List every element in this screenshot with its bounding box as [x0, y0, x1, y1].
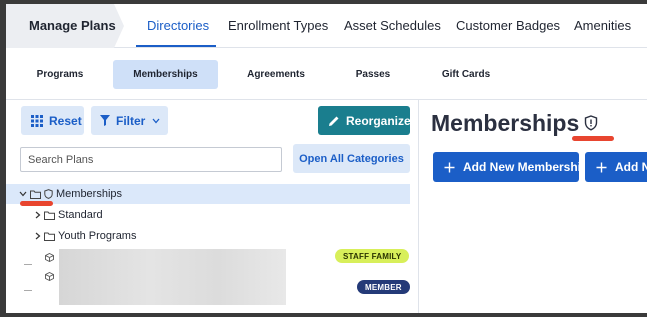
filter-icon	[100, 115, 110, 126]
add-new-membership-button[interactable]: Add New Membership	[433, 152, 579, 182]
pencil-icon	[328, 115, 340, 127]
tree-connector	[24, 264, 32, 265]
subtab-gift-cards[interactable]: Gift Cards	[421, 60, 511, 89]
folder-icon	[30, 190, 41, 199]
subtab-memberships[interactable]: Memberships	[113, 60, 218, 89]
chevron-down-icon[interactable]	[19, 191, 27, 197]
tab-enrollment-types[interactable]: Enrollment Types	[228, 18, 328, 33]
reorganize-label: Reorganize	[346, 113, 411, 128]
tree-label-memberships: Memberships	[56, 188, 123, 200]
add-new-button-truncated[interactable]: Add N	[585, 152, 647, 182]
page-title-label: Memberships	[431, 110, 580, 136]
tree-label-standard: Standard	[58, 209, 103, 221]
add-new-truncated-label: Add N	[615, 160, 647, 174]
filter-label: Filter	[116, 113, 146, 128]
subtab-programs[interactable]: Programs	[17, 60, 103, 89]
tab-directories[interactable]: Directories	[147, 18, 209, 33]
tree-row-memberships[interactable]: Memberships	[6, 184, 410, 204]
reorganize-button[interactable]: Reorganize	[318, 106, 411, 135]
chevron-down-icon	[152, 118, 160, 124]
tree-row-standard[interactable]: Standard	[6, 205, 103, 225]
cube-icon	[45, 253, 54, 262]
tab-amenities[interactable]: Amenities	[574, 18, 631, 33]
app-window: Manage Plans Directories Enrollment Type…	[6, 4, 647, 313]
top-navigation: Manage Plans Directories Enrollment Type…	[6, 4, 647, 48]
folder-icon	[44, 211, 55, 220]
plus-icon	[444, 162, 455, 173]
reset-label: Reset	[49, 113, 82, 128]
sub-navigation: Programs Memberships Agreements Passes G…	[6, 49, 647, 100]
redacted-plan-names	[59, 249, 286, 305]
detail-panel: Memberships Add New Membership Add N	[420, 100, 647, 313]
search-input[interactable]	[20, 147, 282, 172]
plans-tree-panel: Reset Filter Reorganize Open All Categor…	[6, 100, 419, 313]
subtab-passes[interactable]: Passes	[333, 60, 413, 89]
page-title: Memberships	[431, 110, 579, 137]
tree-label-youth-programs: Youth Programs	[58, 230, 137, 242]
filter-button[interactable]: Filter	[91, 106, 168, 135]
grid-icon	[31, 114, 43, 127]
status-badge-member: MEMBER	[357, 280, 410, 294]
tree-row-youth-programs[interactable]: Youth Programs	[6, 226, 136, 246]
tab-customer-badges[interactable]: Customer Badges	[456, 18, 560, 33]
status-badge-staff-family: STAFF FAMILY	[335, 249, 410, 263]
brand-label: Manage Plans	[29, 18, 116, 33]
reset-button[interactable]: Reset	[21, 106, 84, 135]
folder-icon	[44, 232, 55, 241]
annotation-mark	[572, 136, 614, 141]
shield-icon	[584, 115, 598, 131]
tab-asset-schedules[interactable]: Asset Schedules	[344, 18, 441, 33]
shield-icon	[44, 189, 53, 199]
add-new-membership-label: Add New Membership	[463, 160, 579, 174]
brand-breadcrumb[interactable]: Manage Plans	[6, 4, 124, 48]
subtab-agreements[interactable]: Agreements	[226, 60, 326, 89]
active-tab-indicator	[136, 45, 216, 47]
chevron-right-icon[interactable]	[35, 211, 41, 219]
plus-icon	[596, 162, 607, 173]
open-all-categories-button[interactable]: Open All Categories	[293, 144, 410, 173]
cube-icon	[45, 272, 54, 281]
chevron-right-icon[interactable]	[35, 232, 41, 240]
tree-connector	[24, 290, 32, 291]
